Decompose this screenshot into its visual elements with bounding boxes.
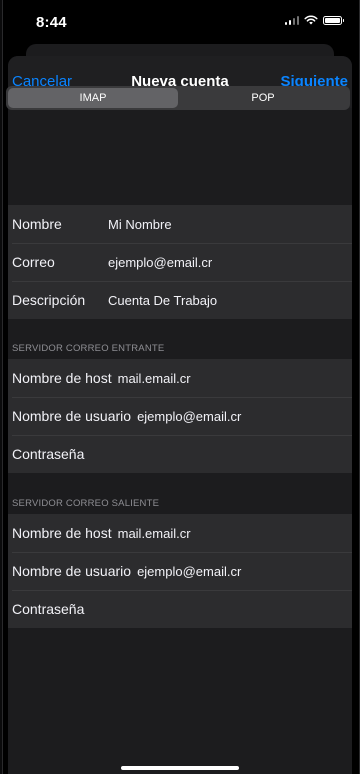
outgoing-host-label: Nombre de host: [12, 525, 112, 541]
name-field[interactable]: Nombre Mi Nombre: [8, 205, 352, 243]
email-field[interactable]: Correo ejemplo@email.cr: [8, 243, 352, 281]
status-bar: 8:44: [0, 0, 360, 44]
status-time: 8:44: [36, 14, 67, 31]
incoming-password-field[interactable]: Contraseña: [8, 435, 352, 473]
account-type-control: IMAP POP: [6, 86, 350, 110]
description-label: Descripción: [12, 292, 86, 308]
outgoing-username-field[interactable]: Nombre de usuario ejemplo@email.cr: [8, 552, 352, 590]
incoming-username-value[interactable]: ejemplo@email.cr: [137, 409, 241, 424]
incoming-host-field[interactable]: Nombre de host mail.email.cr: [8, 359, 352, 397]
incoming-username-label: Nombre de usuario: [12, 408, 132, 424]
outgoing-host-value[interactable]: mail.email.cr: [118, 526, 191, 541]
account-info-group: Nombre Mi Nombre Correo ejemplo@email.cr…: [8, 205, 352, 319]
incoming-server-group: Nombre de host mail.email.cr Nombre de u…: [8, 359, 352, 473]
description-field[interactable]: Descripción Cuenta De Trabajo: [8, 281, 352, 319]
outgoing-password-field[interactable]: Contraseña: [8, 590, 352, 628]
home-indicator: [121, 766, 239, 770]
name-value[interactable]: Mi Nombre: [108, 217, 172, 232]
segment-imap[interactable]: IMAP: [8, 88, 178, 108]
segmented-control: IMAP POP: [6, 86, 350, 110]
status-icons: [284, 15, 344, 25]
battery-icon: [323, 15, 344, 25]
incoming-password-label: Contraseña: [12, 446, 85, 462]
wifi-icon: [304, 15, 318, 25]
incoming-host-value[interactable]: mail.email.cr: [118, 371, 191, 386]
name-label: Nombre: [12, 216, 62, 232]
cellular-signal-icon: [284, 15, 299, 25]
outgoing-host-field[interactable]: Nombre de host mail.email.cr: [8, 514, 352, 552]
outgoing-username-value[interactable]: ejemplo@email.cr: [137, 564, 241, 579]
incoming-username-field[interactable]: Nombre de usuario ejemplo@email.cr: [8, 397, 352, 435]
incoming-server-header: SERVIDOR CORREO ENTRANTE: [12, 343, 165, 354]
outgoing-server-header: SERVIDOR CORREO SALIENTE: [12, 498, 160, 509]
incoming-host-label: Nombre de host: [12, 370, 112, 386]
outgoing-server-group: Nombre de host mail.email.cr Nombre de u…: [8, 514, 352, 628]
email-label: Correo: [12, 254, 55, 270]
description-value[interactable]: Cuenta De Trabajo: [108, 293, 217, 308]
outgoing-password-label: Contraseña: [12, 601, 85, 617]
email-value[interactable]: ejemplo@email.cr: [108, 255, 212, 270]
segment-pop[interactable]: POP: [178, 88, 348, 108]
outgoing-username-label: Nombre de usuario: [12, 563, 132, 579]
